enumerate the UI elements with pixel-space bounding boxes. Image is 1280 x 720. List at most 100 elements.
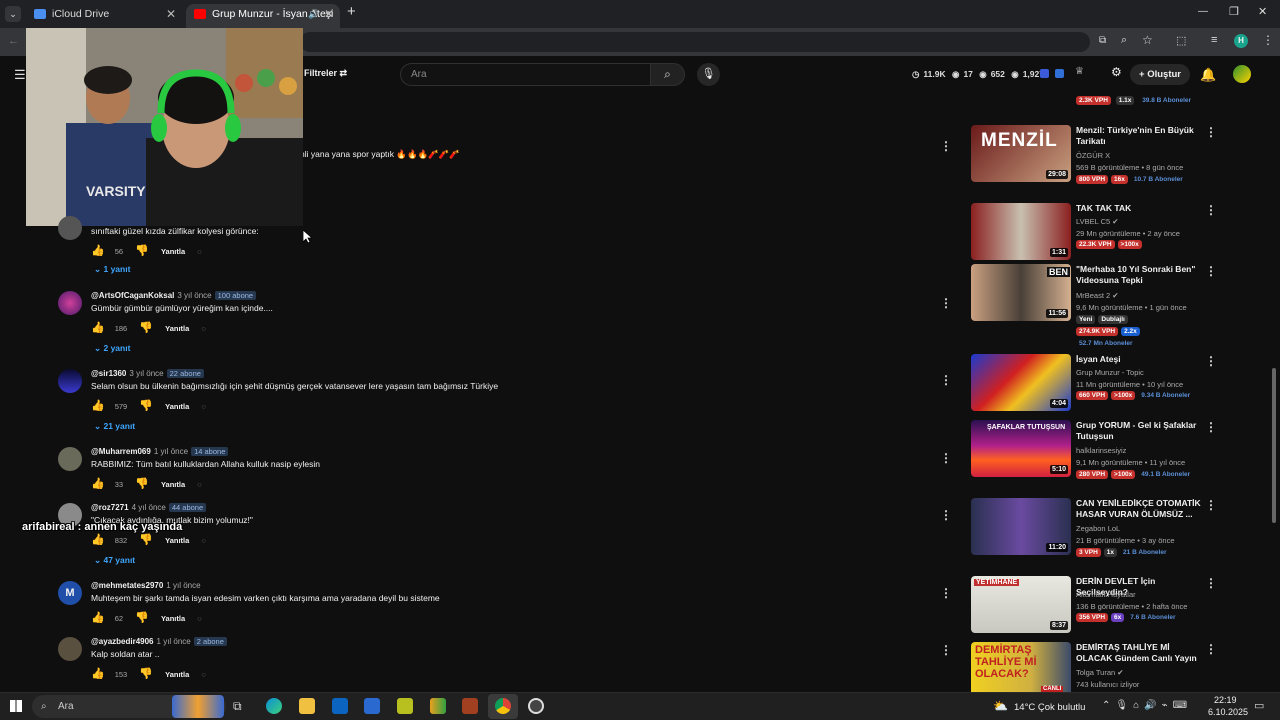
- comment-menu-icon[interactable]: ⋮: [940, 373, 952, 387]
- video-title[interactable]: Grup YORUM - Gel ki Şafaklar Tutuşsun: [1076, 420, 1201, 442]
- reply-button[interactable]: Yanıtla: [165, 670, 189, 679]
- hamburger-menu-icon[interactable]: ☰: [14, 67, 26, 83]
- close-tab-icon[interactable]: ✕: [324, 4, 334, 24]
- extensions-icon[interactable]: ⬚: [1176, 34, 1186, 47]
- app-icon[interactable]: [528, 698, 544, 714]
- video-title[interactable]: DEMİRTAŞ TAHLİYE Mİ OLACAK Gündem Canlı …: [1076, 642, 1201, 664]
- reply-button[interactable]: Yanıtla: [165, 536, 189, 545]
- dislike-icon[interactable]: 👎: [135, 478, 149, 490]
- zoom-icon[interactable]: ⌕: [1121, 34, 1127, 47]
- comment-menu-icon[interactable]: ⋮: [940, 451, 952, 465]
- comment-menu-icon[interactable]: ⋮: [940, 586, 952, 600]
- like-icon[interactable]: 👍: [91, 534, 105, 546]
- video-title[interactable]: "Merhaba 10 Yıl Sonraki Ben" Videosuna T…: [1076, 264, 1201, 286]
- channel-name[interactable]: LVBEL C5 ✔: [1076, 217, 1119, 226]
- video-menu-icon[interactable]: ⋮: [1205, 125, 1217, 139]
- task-view-icon[interactable]: ⧉: [233, 699, 242, 714]
- create-button[interactable]: + Oluştur: [1130, 64, 1190, 85]
- comment-date[interactable]: 1 yıl önce: [157, 637, 191, 646]
- speaker-icon[interactable]: 🔊: [308, 4, 319, 24]
- commenter-avatar[interactable]: [58, 637, 82, 661]
- comment-author[interactable]: @mehmetates2970: [91, 581, 163, 590]
- commenter-avatar[interactable]: [58, 291, 82, 315]
- view-replies-button[interactable]: ⌄ 1 yanıt: [94, 264, 130, 275]
- profile-avatar[interactable]: H: [1234, 34, 1248, 48]
- app-icon[interactable]: [462, 698, 478, 714]
- like-icon[interactable]: 👍: [91, 612, 105, 624]
- channel-name[interactable]: Tolga Turan ✔: [1076, 668, 1124, 677]
- video-title[interactable]: TAK TAK TAK: [1076, 203, 1201, 214]
- dislike-icon[interactable]: 👎: [139, 534, 153, 546]
- reply-button[interactable]: Yanıtla: [165, 402, 189, 411]
- weather-text[interactable]: 14°C Çok bulutlu: [1014, 702, 1085, 713]
- bookmark-star-icon[interactable]: ☆: [1142, 33, 1153, 47]
- outlook-icon[interactable]: [332, 698, 348, 714]
- video-thumbnail[interactable]: DEMİRTAŞ TAHLİYE Mİ OLACAK? CANLI: [971, 642, 1071, 692]
- recommendation-item[interactable]: BEN 11:56 "Merhaba 10 Yıl Sonraki Ben" V…: [971, 264, 1221, 349]
- extension-icon-1[interactable]: [1040, 69, 1049, 78]
- channel-name[interactable]: ÖZGÜR X: [1076, 151, 1110, 160]
- view-replies-button[interactable]: ⌄ 2 yanıt: [94, 343, 130, 354]
- file-explorer-icon[interactable]: [299, 698, 315, 714]
- channel-name[interactable]: Grup Munzur - Topic: [1076, 368, 1144, 377]
- reply-button[interactable]: Yanıtla: [161, 247, 185, 256]
- like-icon[interactable]: 👍: [91, 322, 105, 334]
- clock-date[interactable]: 6.10.2025: [1208, 707, 1248, 717]
- restore-button[interactable]: ❐: [1229, 5, 1239, 18]
- comment-date[interactable]: 1 yıl önce: [166, 581, 200, 590]
- video-thumbnail[interactable]: MENZİL 29:08: [971, 125, 1071, 182]
- recommendation-item[interactable]: DEMİRTAŞ TAHLİYE Mİ OLACAK? CANLI DEMİRT…: [971, 642, 1221, 692]
- video-title[interactable]: Menzil: Türkiye'nin En Büyük Tarikatı: [1076, 125, 1201, 147]
- like-icon[interactable]: 👍: [91, 478, 105, 490]
- comment-author[interactable]: @Muharrem069: [91, 447, 151, 456]
- video-thumbnail[interactable]: 11:20: [971, 498, 1071, 555]
- page-scrollbar[interactable]: [1272, 368, 1276, 523]
- comment-date[interactable]: 1 yıl önce: [154, 447, 188, 456]
- filters-button[interactable]: Filtreler ⇄: [304, 68, 347, 79]
- comment-menu-icon[interactable]: ⋮: [940, 643, 952, 657]
- notification-center-icon[interactable]: ▭: [1254, 699, 1264, 712]
- video-thumbnail[interactable]: ŞAFAKLAR TUTUŞSUN 5:10: [971, 420, 1071, 477]
- comment-menu-icon[interactable]: ⋮: [940, 296, 952, 310]
- comment-date[interactable]: 3 yıl önce: [177, 291, 211, 300]
- clock-time[interactable]: 22:19: [1214, 695, 1237, 705]
- reply-button[interactable]: Yanıtla: [161, 480, 185, 489]
- channel-name[interactable]: Zegabon LoL: [1076, 524, 1120, 533]
- like-icon[interactable]: 👍: [91, 668, 105, 680]
- recommendation-item[interactable]: MENZİL 29:08 Menzil: Türkiye'nin En Büyü…: [971, 125, 1221, 185]
- commenter-avatar[interactable]: [58, 369, 82, 393]
- commenter-avatar[interactable]: [58, 447, 82, 471]
- video-menu-icon[interactable]: ⋮: [1205, 576, 1217, 590]
- tab-icloud-drive[interactable]: iCloud Drive ✕: [26, 4, 182, 28]
- account-avatar[interactable]: [1233, 65, 1251, 83]
- recommendation-item[interactable]: 1:31 TAK TAK TAK LVBEL C5 ✔ 29 Mn görünt…: [971, 203, 1221, 263]
- recommendation-item[interactable]: 11:20 CAN YENİLEDİKÇE OTOMATİK HASAR VUR…: [971, 498, 1221, 558]
- reply-button[interactable]: Yanıtla: [165, 324, 189, 333]
- close-window-button[interactable]: ✕: [1258, 5, 1267, 18]
- video-menu-icon[interactable]: ⋮: [1205, 642, 1217, 656]
- tab-youtube-active[interactable]: Grup Munzur - İsyan Ateşi 🔊 ✕: [186, 4, 340, 28]
- view-replies-button[interactable]: ⌄ 47 yanıt: [94, 555, 135, 566]
- video-title[interactable]: CAN YENİLEDİKÇE OTOMATİK HASAR VURAN ÖLÜ…: [1076, 498, 1201, 520]
- tab-list-dropdown[interactable]: ⌄: [5, 6, 21, 22]
- media-control-icon[interactable]: ≡: [1211, 34, 1217, 46]
- dislike-icon[interactable]: 👎: [139, 322, 153, 334]
- search-button[interactable]: ⌕: [650, 63, 685, 86]
- tray-icons[interactable]: ⌃🎙⌂🔊⌁⌨: [1102, 700, 1192, 711]
- close-tab-icon[interactable]: ✕: [166, 4, 176, 24]
- comment-author[interactable]: @roz7271: [91, 503, 129, 512]
- dislike-icon[interactable]: 👎: [139, 400, 153, 412]
- comment-menu-icon[interactable]: ⋮: [940, 508, 952, 522]
- voice-search-button[interactable]: 🎙: [697, 63, 720, 86]
- dislike-icon[interactable]: 👎: [135, 612, 149, 624]
- browser-menu-icon[interactable]: ⋮: [1262, 33, 1274, 47]
- commenter-avatar[interactable]: [58, 216, 82, 240]
- channel-name[interactable]: MrBeast 2 ✔: [1076, 291, 1119, 300]
- channel-name[interactable]: Alternatif Hayatlar: [1076, 590, 1136, 599]
- recommendation-item[interactable]: ŞAFAKLAR TUTUŞSUN 5:10 Grup YORUM - Gel …: [971, 420, 1221, 480]
- comment-date[interactable]: 3 yıl önce: [129, 369, 163, 378]
- edge-icon[interactable]: [266, 698, 282, 714]
- gear-icon[interactable]: ⚙: [1111, 65, 1122, 79]
- video-thumbnail[interactable]: BEN 11:56: [971, 264, 1071, 321]
- back-icon[interactable]: ←: [8, 35, 19, 47]
